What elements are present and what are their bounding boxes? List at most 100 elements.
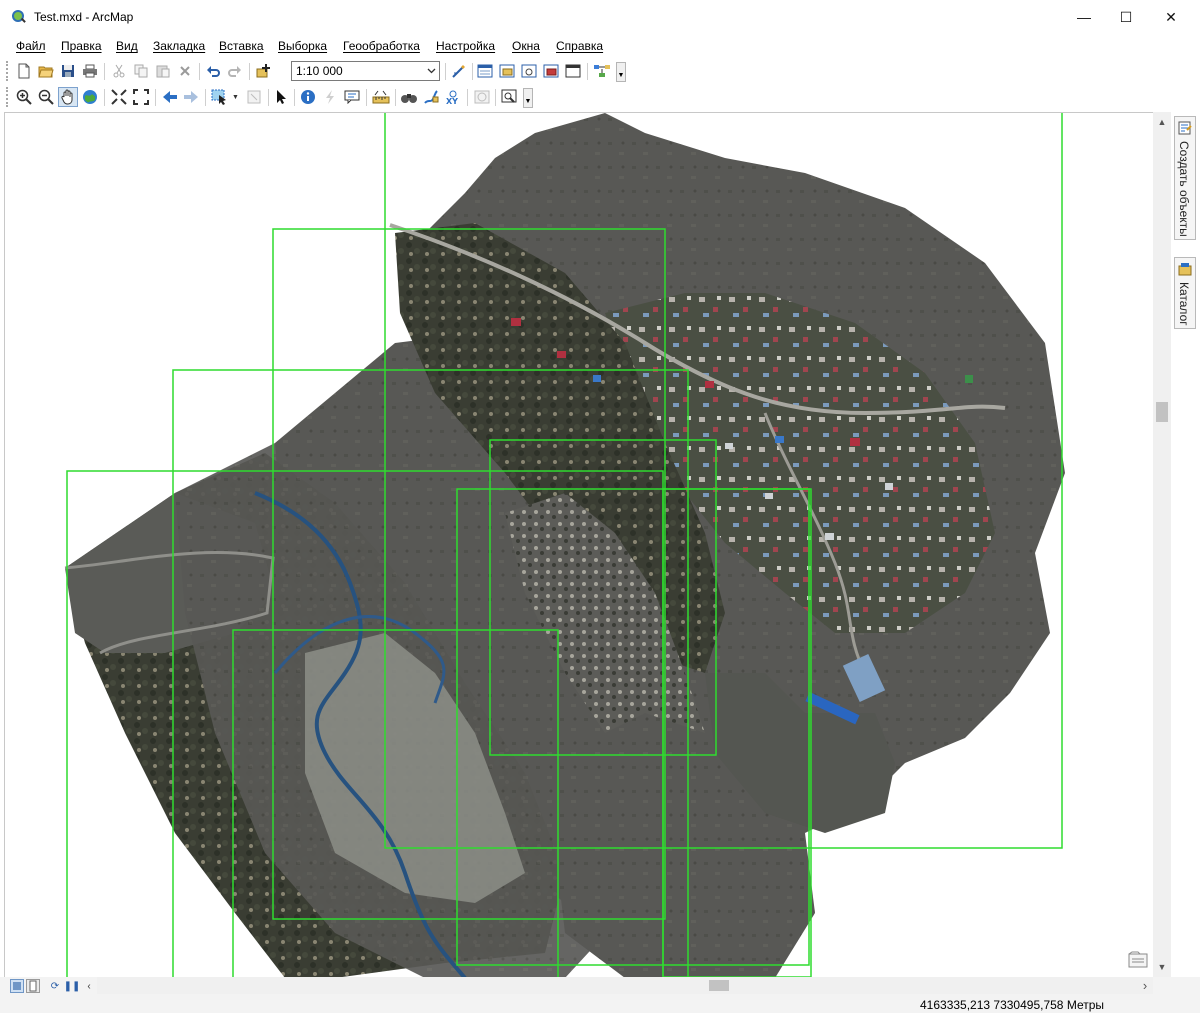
zoom-out-icon [38,89,54,105]
pause-drawing-button[interactable]: ❚❚ [64,979,81,993]
menu-selection[interactable]: Выборка [278,39,327,53]
add-data-icon [256,64,270,78]
maximize-icon: ☐ [1119,8,1133,25]
map-display[interactable] [4,112,1171,977]
cut-button[interactable] [109,61,129,81]
forward-extent-button[interactable] [181,87,201,107]
hyperlink-button[interactable] [320,87,340,107]
viewer-window-button[interactable] [499,87,519,107]
select-elements-button[interactable] [271,87,291,107]
full-extent-button[interactable] [80,87,100,107]
map-scale-combobox[interactable]: 1:10 000 [291,61,440,81]
map-canvas[interactable] [5,113,1154,977]
menu-edit[interactable]: Правка [61,39,102,53]
create-features-label: Создать объекты [1177,141,1191,237]
pan-button[interactable] [58,87,78,107]
menu-file[interactable]: Файл [16,39,46,53]
fixed-zoom-in-icon [111,89,127,105]
html-popup-button[interactable] [342,87,362,107]
delete-button[interactable] [175,61,195,81]
create-features-tab[interactable]: Создать объекты [1174,116,1196,240]
redo-button[interactable] [225,61,245,81]
editor-toolbar-button[interactable] [449,61,469,81]
python-window-button[interactable] [563,61,583,81]
full-extent-icon [83,90,97,104]
building-red-1 [511,318,521,326]
add-data-button[interactable] [254,61,274,81]
layout-view-icon [29,980,37,992]
toolbar-separator [395,89,396,106]
find-route-button[interactable] [421,87,441,107]
forward-extent-icon [184,91,198,103]
identify-icon [301,90,315,104]
toolbar-separator [366,89,367,106]
catalog-label: Каталог [1177,282,1191,326]
toolbar-grip[interactable] [6,87,9,107]
select-elements-icon [277,90,286,104]
time-slider-button[interactable] [472,87,492,107]
minimize-button[interactable]: — [1061,0,1107,34]
menu-customize[interactable]: Настройка [436,39,495,53]
model-builder-icon [594,65,610,77]
paste-button[interactable] [153,61,173,81]
scroll-left-arrow[interactable]: ‹ [82,979,96,993]
catalog-tab[interactable]: Каталог [1174,257,1196,329]
table-of-contents-button[interactable] [475,61,495,81]
menu-help[interactable]: Справка [556,39,603,53]
menu-windows[interactable]: Окна [512,39,540,53]
save-button[interactable] [58,61,78,81]
scroll-down-arrow-icon[interactable]: ▼ [1154,959,1170,975]
chevron-left-icon: ‹ [87,980,91,992]
select-features-button[interactable] [210,87,230,107]
refresh-button[interactable]: ⟳ [48,979,62,993]
menu-bookmarks[interactable]: Закладка [153,39,205,53]
close-button[interactable]: ✕ [1148,0,1194,34]
arctoolbox-button[interactable] [541,61,561,81]
find-route-icon [424,90,439,104]
zoom-in-button[interactable] [14,87,34,107]
chevron-right-icon[interactable]: › [1137,977,1153,993]
measure-button[interactable] [371,87,391,107]
print-button[interactable] [80,61,100,81]
horizontal-scroll-thumb[interactable] [709,980,729,991]
data-view-button[interactable] [10,979,24,993]
new-document-button[interactable] [14,61,34,81]
redo-icon [228,66,241,77]
maximize-button[interactable]: ☐ [1103,0,1149,34]
model-builder-button[interactable] [592,61,612,81]
paste-icon [156,65,170,78]
find-button[interactable] [399,87,419,107]
toolbar-overflow-button[interactable]: ▼ [523,88,533,108]
search-window-icon [521,64,537,78]
search-window-button[interactable] [519,61,539,81]
open-button[interactable] [36,61,56,81]
toolbar-overflow-button[interactable]: ▼ [616,62,626,82]
building-light-1 [725,443,733,449]
catalog-window-button[interactable] [497,61,517,81]
menu-view[interactable]: Вид [116,39,138,53]
map-vertical-scrollbar[interactable]: ▲ ▼ [1153,112,1171,977]
hyperlink-icon [326,90,334,104]
map-tips-icon[interactable] [1128,951,1148,968]
scroll-up-arrow-icon[interactable]: ▲ [1154,114,1170,130]
fixed-zoom-out-button[interactable] [131,87,151,107]
data-view-icon [13,982,21,990]
fixed-zoom-in-button[interactable] [109,87,129,107]
cursor-coordinates: 4163335,213 7330495,758 Метры [920,998,1105,1012]
back-extent-button[interactable] [160,87,180,107]
zoom-out-button[interactable] [36,87,56,107]
toolbar-grip[interactable] [6,61,9,81]
chevron-down-icon[interactable] [423,62,439,80]
menu-geoprocessing[interactable]: Геообработка [343,39,420,53]
map-horizontal-scrollbar[interactable]: › [97,977,1153,994]
vertical-scroll-thumb[interactable] [1156,402,1168,422]
undo-button[interactable] [203,61,223,81]
select-features-dropdown-arrow[interactable]: ▼ [232,94,240,102]
layout-view-button[interactable] [26,979,40,993]
go-to-xy-button[interactable]: XY [443,87,463,107]
menu-insert[interactable]: Вставка [219,39,264,53]
clear-selection-button[interactable] [244,87,264,107]
copy-button[interactable] [131,61,151,81]
identify-button[interactable] [298,87,318,107]
building-red-3 [850,438,860,446]
